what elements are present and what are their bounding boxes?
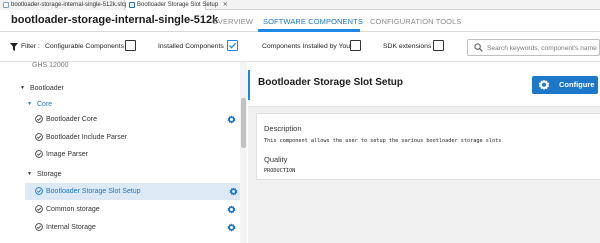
- quality-value: PRODUCTION: [264, 168, 296, 174]
- sdk-extensions-checkbox[interactable]: [433, 40, 444, 51]
- gear-icon[interactable]: [227, 205, 236, 214]
- component-title: Bootloader Storage Slot Setup: [258, 77, 404, 88]
- tree-item-label: Bootloader Include Parser: [46, 134, 127, 141]
- editor-tab-bar: bootloader-storage-internal-single-512k.…: [0, 0, 600, 10]
- installed-components-label: Installed Components: [158, 43, 224, 50]
- tree-row-clipped-label: GHS 12000: [32, 62, 69, 69]
- installed-by-you-checkbox[interactable]: [350, 40, 361, 51]
- installed-check-icon: [35, 205, 43, 213]
- tree-item-label: Bootloader Core: [46, 116, 97, 123]
- configurable-components-checkbox[interactable]: [125, 40, 136, 51]
- tree-row-clipped[interactable]: GHS 12000: [0, 62, 238, 74]
- tree-item-common-storage[interactable]: Common storage: [0, 201, 238, 218]
- description-heading: Description: [264, 124, 302, 133]
- installed-by-you-label: Components Installed by You: [262, 43, 351, 50]
- tab-software-components[interactable]: SOFTWARE COMPONENTS: [263, 17, 363, 26]
- tree-category-bootloader[interactable]: ▼ Bootloader: [0, 80, 238, 97]
- editor-tab-component[interactable]: Bootloader Storage Slot Setup ✕: [126, 0, 228, 10]
- tree-item-bootloader-core[interactable]: Bootloader Core: [0, 111, 238, 128]
- installed-check-icon: [35, 133, 43, 141]
- editor-tab-project-label: bootloader-storage-internal-single-512k.…: [11, 2, 129, 8]
- gear-icon[interactable]: [229, 187, 238, 196]
- installed-components-checkbox[interactable]: [227, 40, 238, 51]
- editor-tab-component-label: Bootloader Storage Slot Setup: [137, 2, 219, 8]
- detail-accent-bar: [248, 70, 250, 100]
- project-title: bootloader-storage-internal-single-512k: [11, 14, 219, 26]
- installed-check-icon: [35, 187, 43, 195]
- tab-overview[interactable]: OVERVIEW: [212, 17, 253, 26]
- installed-check-icon: [35, 150, 43, 158]
- checkmark-icon: [229, 42, 237, 49]
- installed-check-icon: [35, 223, 43, 231]
- installed-check-icon: [35, 115, 43, 123]
- search-icon: [474, 43, 483, 52]
- quality-heading: Quality: [264, 155, 288, 164]
- gear-icon[interactable]: [227, 223, 236, 232]
- close-tab-icon[interactable]: ✕: [223, 0, 228, 10]
- component-info-card: [256, 113, 600, 180]
- configure-button-label: Configure: [559, 80, 595, 89]
- tree-category-storage[interactable]: ▼ Storage: [0, 166, 238, 183]
- tree-item-label: Internal Storage: [46, 224, 96, 231]
- expand-caret-icon: ▼: [27, 101, 32, 107]
- gear-icon[interactable]: [227, 115, 236, 124]
- tree-scrollbar-track[interactable]: [240, 62, 247, 243]
- tree-item-internal-storage[interactable]: Internal Storage: [0, 219, 238, 236]
- tree-category-bootloader-label: Bootloader: [30, 85, 64, 92]
- description-text: This component allows the user to setup …: [264, 138, 502, 144]
- tree-item-label: Common storage: [46, 206, 100, 213]
- tree-item-image-parser[interactable]: Image Parser: [0, 146, 238, 163]
- tree-item-label: Image Parser: [46, 151, 89, 158]
- gear-icon: [538, 79, 550, 90]
- configurable-components-label: Configurable Components: [45, 43, 124, 50]
- expand-caret-icon: ▼: [20, 85, 25, 91]
- filter-bar: Filter : Configurable Components Install…: [0, 32, 600, 62]
- tree-item-bootloader-storage-slot-setup[interactable]: Bootloader Storage Slot Setup: [25, 183, 240, 200]
- component-tree: GHS 12000 ▼ Bootloader ▼ Core Bootloader…: [0, 62, 247, 243]
- tree-scrollbar-thumb[interactable]: [241, 98, 246, 148]
- filter-label: Filter :: [21, 43, 40, 50]
- project-header: bootloader-storage-internal-single-512k …: [0, 10, 600, 32]
- expand-caret-icon: ▼: [27, 171, 32, 177]
- search-box[interactable]: [467, 39, 600, 56]
- tree-category-storage-label: Storage: [37, 171, 62, 178]
- filter-icon: [10, 43, 18, 51]
- tree-item-label: Bootloader Storage Slot Setup: [46, 188, 141, 195]
- project-file-icon: [3, 2, 9, 8]
- search-input[interactable]: [487, 42, 597, 54]
- component-file-icon: [129, 2, 135, 8]
- tab-configuration-tools[interactable]: CONFIGURATION TOOLS: [370, 17, 462, 26]
- tree-item-bootloader-include-parser[interactable]: Bootloader Include Parser: [0, 129, 238, 146]
- editor-tab-project[interactable]: bootloader-storage-internal-single-512k.…: [0, 0, 129, 10]
- sdk-extensions-label: SDK extensions: [383, 43, 432, 50]
- configure-button[interactable]: Configure: [532, 76, 598, 94]
